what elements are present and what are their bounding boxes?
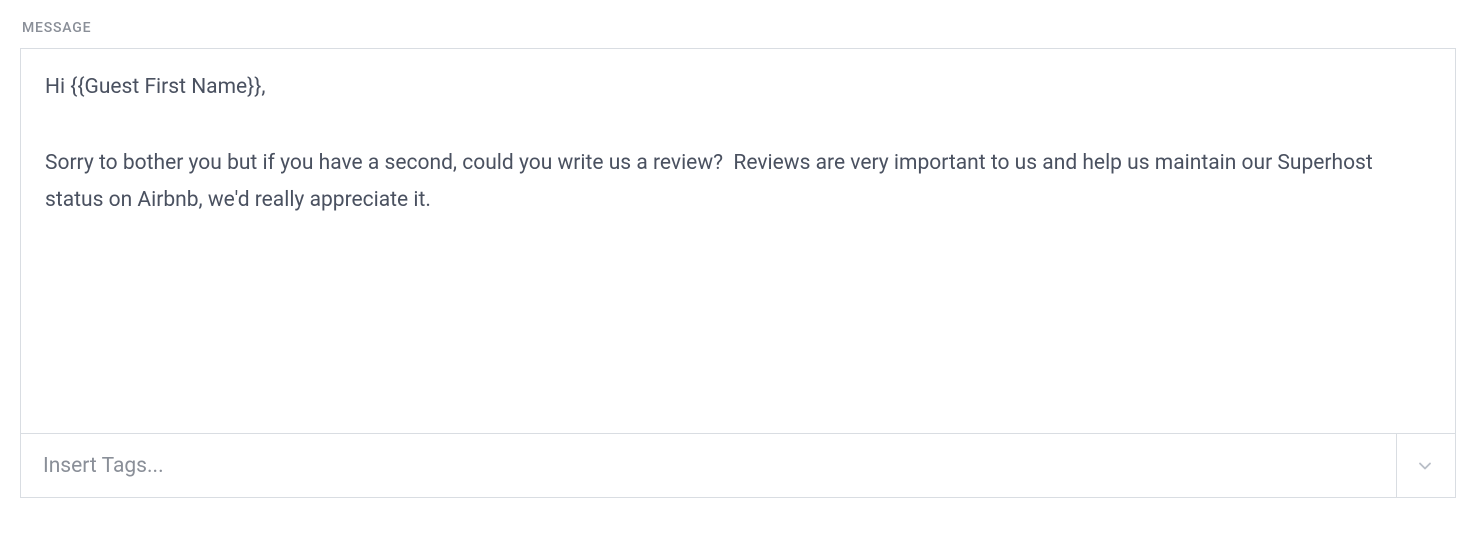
message-editor-container: Insert Tags... bbox=[20, 48, 1456, 498]
message-textarea[interactable] bbox=[21, 49, 1455, 429]
message-field-label: MESSAGE bbox=[20, 20, 1456, 36]
insert-tags-chevron-wrap bbox=[1396, 434, 1455, 497]
chevron-down-icon bbox=[1415, 456, 1435, 476]
insert-tags-placeholder: Insert Tags... bbox=[21, 454, 1396, 478]
insert-tags-dropdown[interactable]: Insert Tags... bbox=[21, 433, 1455, 497]
